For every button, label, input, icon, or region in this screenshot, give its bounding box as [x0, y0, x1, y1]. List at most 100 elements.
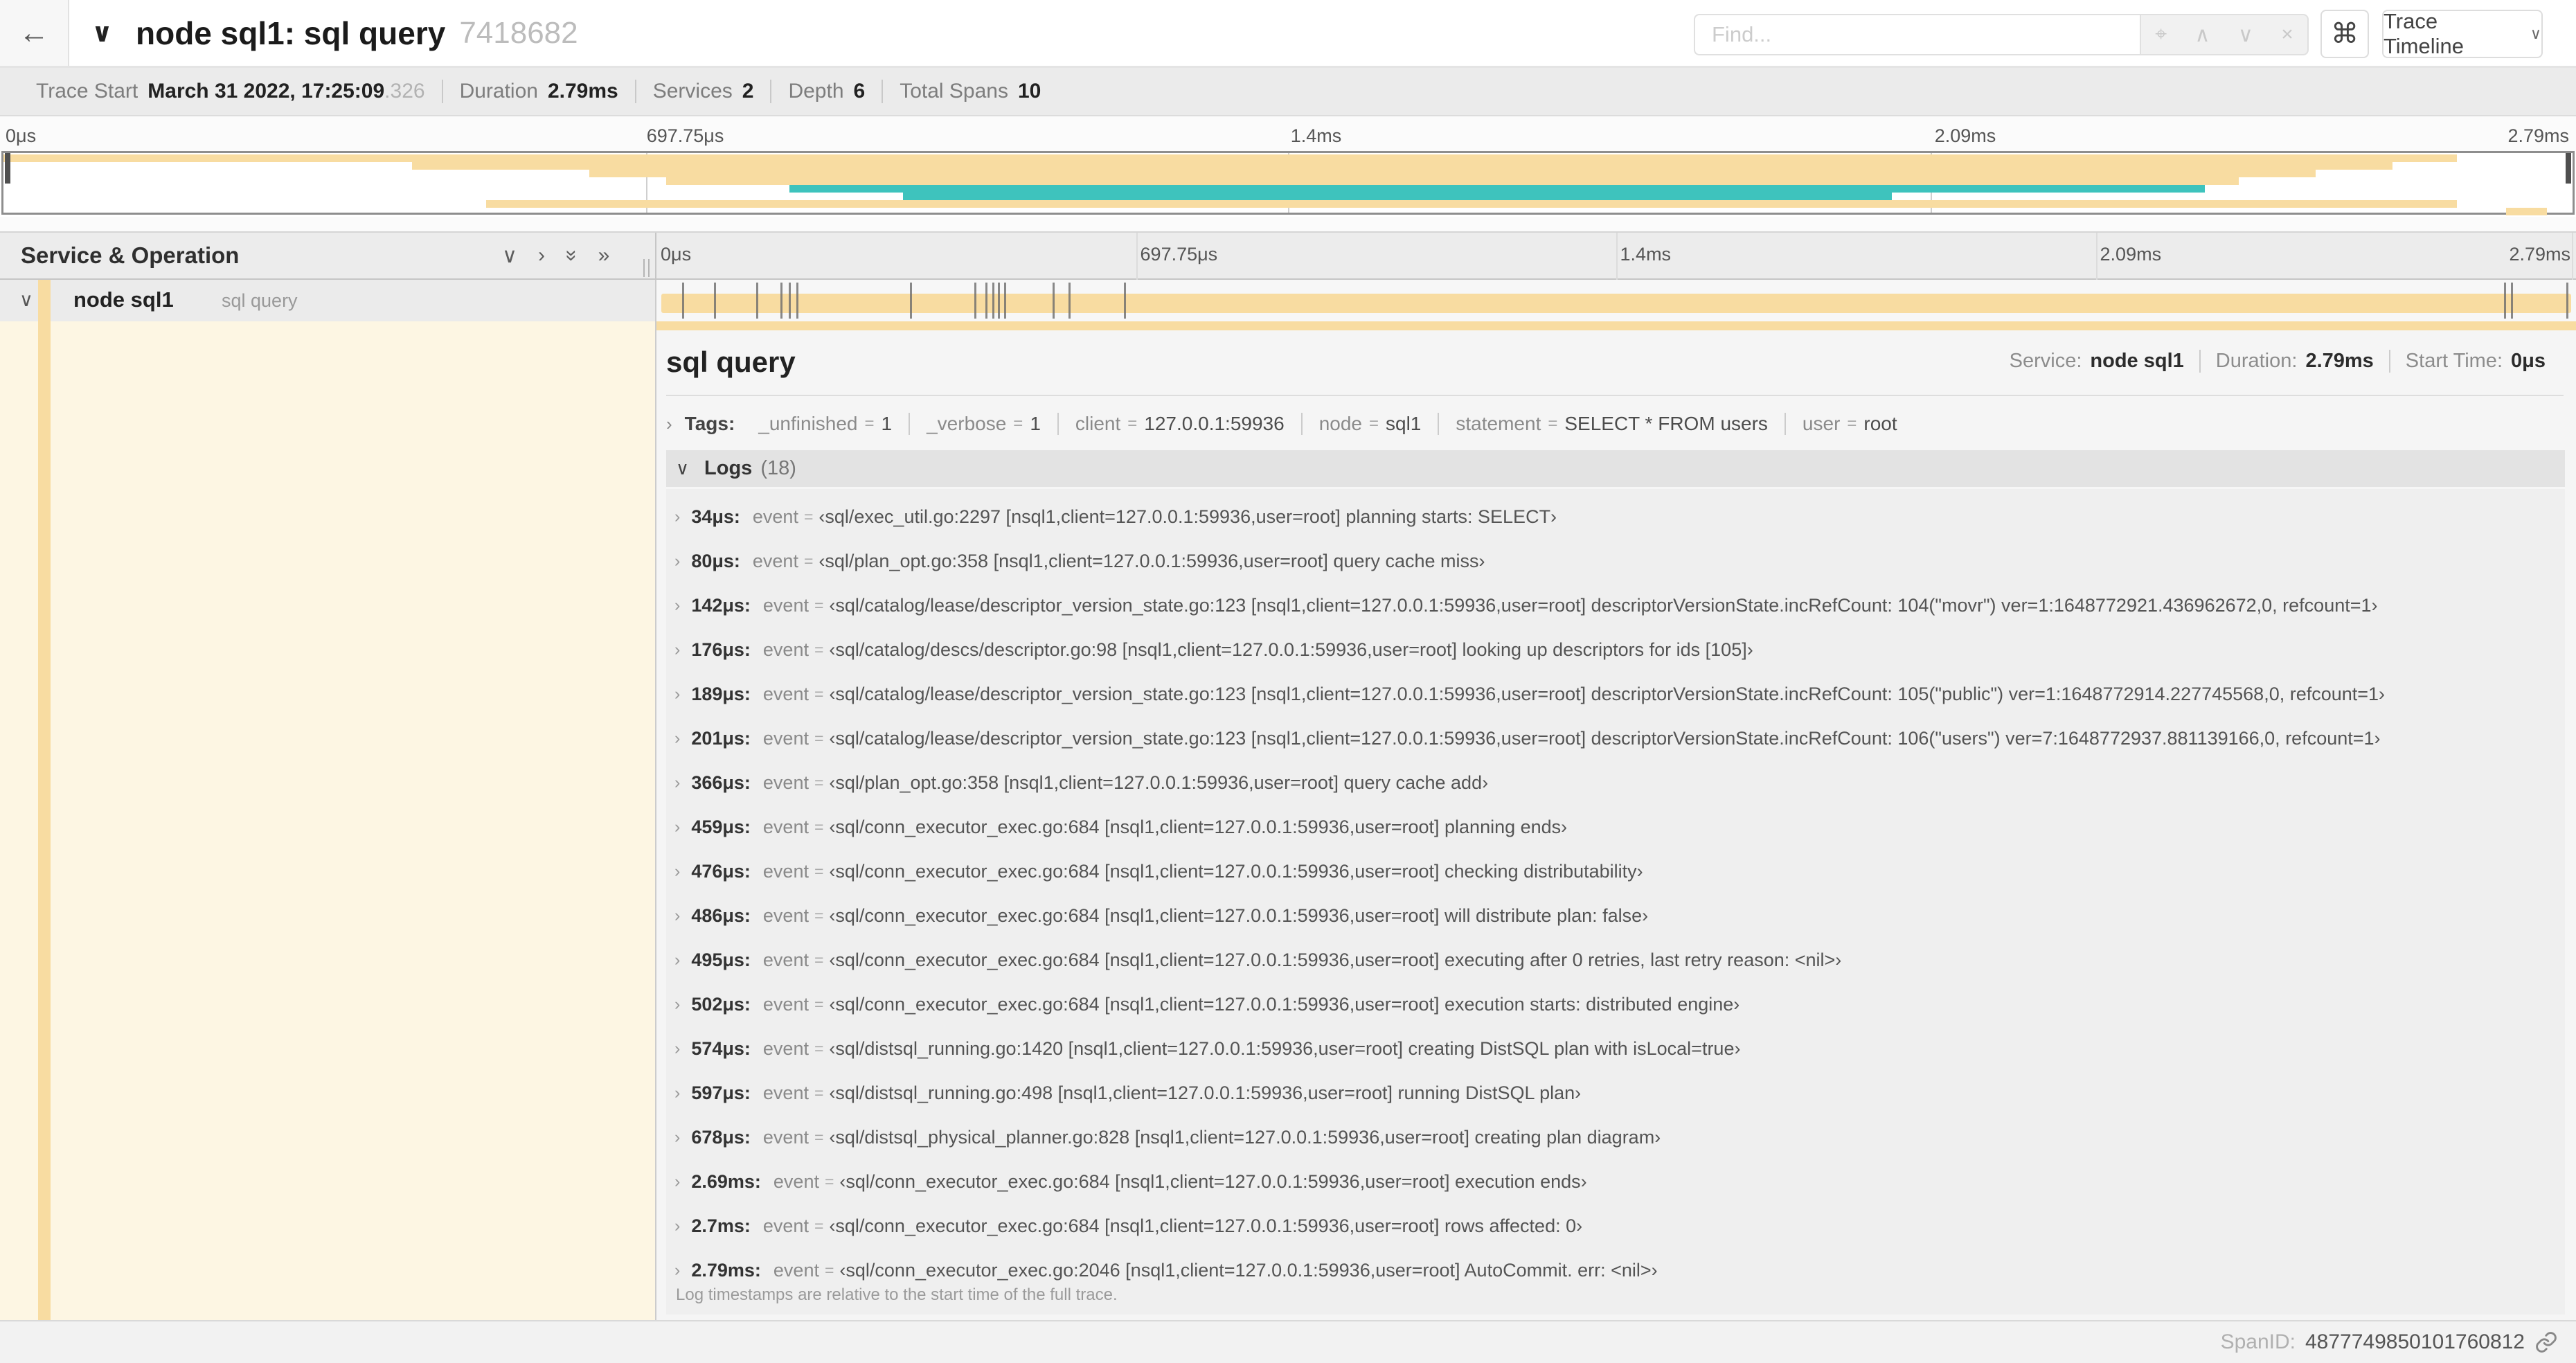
tag-item: node = sql1 — [1300, 413, 1438, 435]
deep-link-icon[interactable] — [2534, 1330, 2558, 1354]
collapse-deep-icon[interactable]: » — [560, 250, 583, 262]
collapse-trace-title-button[interactable]: ∨ — [91, 0, 113, 66]
span-operation-name: sql query — [222, 290, 298, 311]
log-marker[interactable] — [682, 283, 685, 319]
minimap-span-bar — [589, 170, 2316, 177]
log-entry[interactable]: › 486μs: event = ‹sql/conn_executor_exec… — [666, 893, 2565, 938]
prev-result-icon[interactable]: ∧ — [2195, 23, 2210, 47]
log-marker[interactable] — [909, 283, 912, 319]
log-entry[interactable]: › 2.69ms: event = ‹sql/conn_executor_exe… — [666, 1159, 2565, 1204]
log-field-value: ‹sql/distsql_running.go:1420 [nsql1,clie… — [829, 1037, 1741, 1059]
chevron-right-icon: › — [674, 1127, 681, 1147]
top-bar: ← ∨ node sql1: sql query 7418682 ⌖ ∧ ∨ ×… — [0, 0, 2576, 68]
log-marker[interactable] — [998, 283, 1001, 319]
summary-label: Trace Start — [36, 80, 138, 103]
log-marker[interactable] — [756, 283, 759, 319]
log-entry[interactable]: › 2.7ms: event = ‹sql/conn_executor_exec… — [666, 1204, 2565, 1248]
log-entry[interactable]: › 678μs: event = ‹sql/distsql_physical_p… — [666, 1115, 2565, 1159]
log-equals: = — [824, 1260, 834, 1279]
log-entry[interactable]: › 201μs: event = ‹sql/catalog/lease/desc… — [666, 716, 2565, 760]
chevron-right-icon: › — [674, 1038, 681, 1058]
chevron-down-icon: ∨ — [676, 458, 690, 479]
log-marker[interactable] — [780, 283, 782, 319]
log-field-value: ‹sql/conn_executor_exec.go:684 [nsql1,cl… — [829, 1215, 1583, 1236]
log-field-value: ‹sql/catalog/lease/descriptor_version_st… — [829, 727, 2381, 749]
log-entry[interactable]: › 459μs: event = ‹sql/conn_executor_exec… — [666, 805, 2565, 849]
back-button[interactable]: ← — [0, 0, 69, 66]
log-marker[interactable] — [1053, 283, 1055, 319]
minimap-right-scrubber-handle[interactable] — [2566, 153, 2571, 184]
log-marker[interactable] — [985, 283, 988, 319]
log-field-key: event — [762, 683, 809, 704]
log-entry[interactable]: › 34μs: event = ‹sql/exec_util.go:2297 [… — [666, 495, 2565, 539]
log-entry[interactable]: › 80μs: event = ‹sql/plan_opt.go:358 [ns… — [666, 539, 2565, 583]
detail-meta-item: Start Time: 0μs — [2388, 350, 2561, 373]
meta-label: Service: — [2009, 350, 2082, 372]
log-entry[interactable]: › 597μs: event = ‹sql/distsql_running.go… — [666, 1071, 2565, 1115]
locate-icon[interactable]: ⌖ — [2155, 23, 2167, 46]
summary-value: 2.79ms — [547, 80, 618, 103]
log-entry[interactable]: › 574μs: event = ‹sql/distsql_running.go… — [666, 1026, 2565, 1071]
collapse-all-icon[interactable]: ∨ — [502, 244, 517, 268]
span-row-timeline-cell[interactable] — [656, 280, 2576, 321]
log-field-key: event — [762, 1082, 809, 1103]
log-marker[interactable] — [789, 283, 791, 319]
log-field-key: event — [762, 993, 809, 1015]
expand-one-icon[interactable]: › — [538, 244, 545, 267]
keyboard-shortcuts-button[interactable]: ⌘ — [2320, 10, 2369, 58]
next-result-icon[interactable]: ∨ — [2238, 23, 2253, 47]
log-marker[interactable] — [796, 283, 799, 319]
log-entry[interactable]: › 495μs: event = ‹sql/conn_executor_exec… — [666, 938, 2565, 982]
log-marker[interactable] — [992, 283, 995, 319]
log-entry[interactable]: › 366μs: event = ‹sql/plan_opt.go:358 [n… — [666, 760, 2565, 805]
minimap-span-bar — [666, 177, 2239, 185]
log-timestamp: 366μs: — [691, 772, 751, 793]
expand-all-icon[interactable]: » — [598, 244, 610, 267]
log-marker[interactable] — [1068, 283, 1071, 319]
logs-accordion-header[interactable]: ∨ Logs (18) — [666, 450, 2565, 489]
log-field-value: ‹sql/conn_executor_exec.go:684 [nsql1,cl… — [839, 1170, 1587, 1192]
find-input[interactable] — [1694, 14, 2140, 55]
minimap-left-scrubber-handle[interactable] — [5, 153, 10, 184]
log-entry[interactable]: › 476μs: event = ‹sql/conn_executor_exec… — [666, 849, 2565, 893]
log-field-key: event — [752, 506, 798, 527]
log-timestamp: 2.69ms: — [691, 1170, 761, 1192]
minimap-tick-label: 2.79ms — [2507, 125, 2569, 146]
span-duration-bar[interactable] — [661, 294, 2572, 313]
summary-label: Services — [652, 80, 733, 103]
clear-search-icon[interactable]: × — [2281, 23, 2293, 46]
column-resizer-handle[interactable] — [641, 259, 654, 277]
log-marker[interactable] — [2566, 283, 2569, 319]
span-row-name-cell[interactable]: ∨ node sql1 sql query — [0, 280, 656, 321]
tags-accordion[interactable]: › Tags: _unfinished = 1 _verbose = 1 cli… — [666, 404, 1914, 443]
tag-equals: = — [1369, 414, 1379, 433]
tag-item: client = 127.0.0.1:59936 — [1057, 413, 1301, 435]
log-marker[interactable] — [2510, 283, 2513, 319]
view-selector-button[interactable]: Trace Timeline ∨ — [2382, 9, 2543, 58]
chevron-right-icon: › — [674, 551, 681, 571]
log-entry[interactable]: › 176μs: event = ‹sql/catalog/descs/desc… — [666, 627, 2565, 672]
log-timestamp: 34μs: — [691, 506, 740, 527]
log-timestamp: 459μs: — [691, 816, 751, 837]
trace-summary-bar: Trace Start March 31 2022, 17:25:09 .326… — [0, 68, 2576, 116]
logs-title: Logs — [704, 457, 753, 479]
log-entry[interactable]: › 189μs: event = ‹sql/catalog/lease/desc… — [666, 672, 2565, 716]
trace-summary-item: Duration 2.79ms — [441, 80, 635, 103]
log-marker[interactable] — [1003, 283, 1006, 319]
meta-value: 0μs — [2511, 350, 2546, 372]
log-entry[interactable]: › 142μs: event = ‹sql/catalog/lease/desc… — [666, 583, 2565, 627]
chevron-down-icon: ∨ — [2530, 25, 2541, 42]
log-timestamp: 176μs: — [691, 639, 751, 660]
span-color-accent — [38, 280, 51, 321]
log-entry[interactable]: › 502μs: event = ‹sql/conn_executor_exec… — [666, 982, 2565, 1026]
log-marker[interactable] — [974, 283, 976, 319]
timeline-minimap[interactable] — [1, 151, 2575, 215]
logs-footnote: Log timestamps are relative to the start… — [676, 1285, 1118, 1304]
log-marker[interactable] — [1123, 283, 1126, 319]
log-marker[interactable] — [714, 283, 717, 319]
timeline-tick-header: 0μs 697.75μs 1.4ms 2.09ms 2.79ms — [656, 233, 2576, 323]
log-field-value: ‹sql/conn_executor_exec.go:684 [nsql1,cl… — [829, 816, 1568, 837]
chevron-down-icon[interactable]: ∨ — [19, 289, 33, 311]
log-timestamp: 2.79ms: — [691, 1259, 761, 1281]
log-marker[interactable] — [2504, 283, 2507, 319]
